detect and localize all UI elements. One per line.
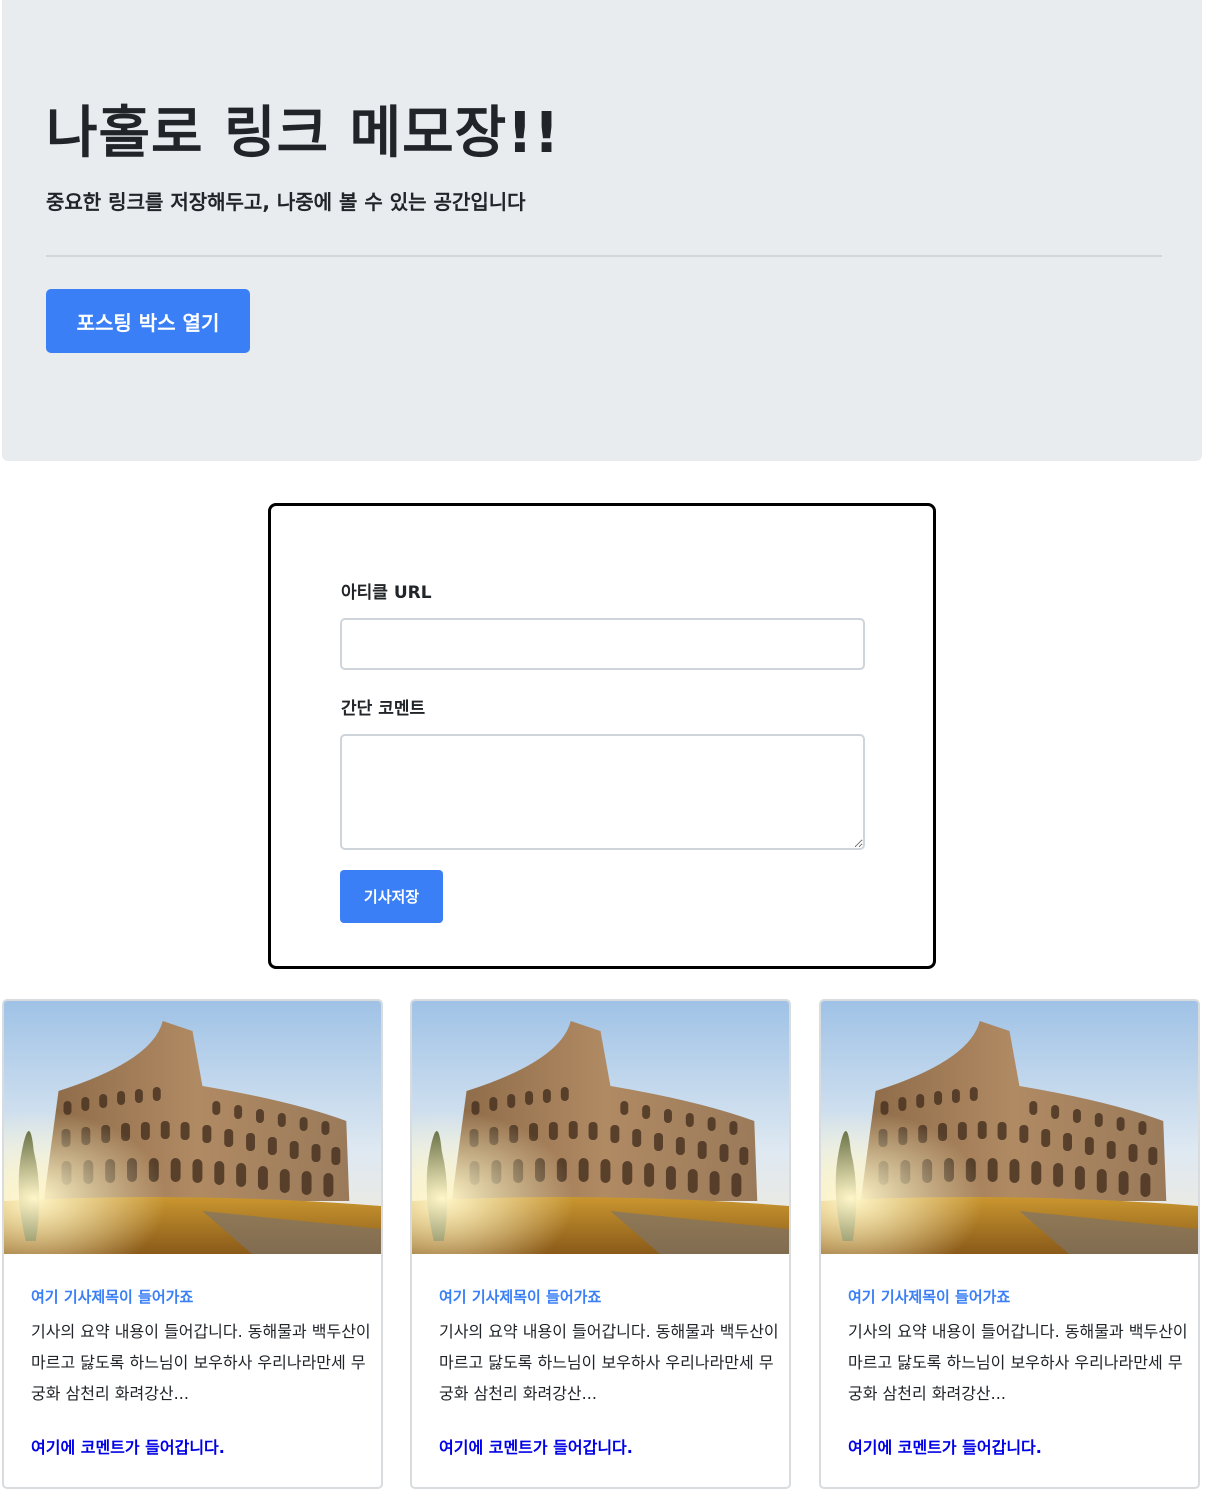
- comment-label: 간단 코멘트: [341, 699, 426, 719]
- page-title: 나홀로 링크 메모장!!: [46, 101, 561, 166]
- open-posting-box-button[interactable]: 포스팅 박스 열기: [46, 289, 250, 353]
- page-subtitle: 중요한 링크를 저장해두고, 나중에 볼 수 있는 공간입니다: [46, 190, 526, 214]
- url-label: 아티클 URL: [341, 583, 432, 603]
- article-card[interactable]: 여기 기사제목이 들어가죠기사의 요약 내용이 들어갑니다. 동해물과 백두산이…: [819, 999, 1200, 1489]
- comment-textarea[interactable]: [340, 734, 865, 850]
- card-title-link[interactable]: 여기 기사제목이 들어가죠: [848, 1286, 1010, 1307]
- jumbotron: 나홀로 링크 메모장!! 중요한 링크를 저장해두고, 나중에 볼 수 있는 공…: [2, 0, 1202, 461]
- article-card[interactable]: 여기 기사제목이 들어가죠기사의 요약 내용이 들어갑니다. 동해물과 백두산이…: [2, 999, 383, 1489]
- posting-box: 아티클 URL 간단 코멘트 기사저장: [268, 503, 936, 969]
- save-article-button[interactable]: 기사저장: [340, 870, 443, 923]
- colosseum-image[interactable]: [4, 1001, 381, 1254]
- card-summary: 기사의 요약 내용이 들어갑니다. 동해물과 백두산이 마르고 닳도록 하느님이…: [31, 1322, 371, 1403]
- card-summary: 기사의 요약 내용이 들어갑니다. 동해물과 백두산이 마르고 닳도록 하느님이…: [439, 1322, 779, 1403]
- card-title-link[interactable]: 여기 기사제목이 들어가죠: [31, 1286, 193, 1307]
- divider: [46, 255, 1162, 257]
- card-comment: 여기에 코멘트가 들어갑니다.: [848, 1438, 1042, 1457]
- card-title-link[interactable]: 여기 기사제목이 들어가죠: [439, 1286, 601, 1307]
- card-comment: 여기에 코멘트가 들어갑니다.: [439, 1438, 633, 1457]
- url-input[interactable]: [340, 618, 865, 670]
- colosseum-image[interactable]: [412, 1001, 789, 1254]
- colosseum-image[interactable]: [821, 1001, 1198, 1254]
- card-summary: 기사의 요약 내용이 들어갑니다. 동해물과 백두산이 마르고 닳도록 하느님이…: [848, 1322, 1188, 1403]
- article-card[interactable]: 여기 기사제목이 들어가죠기사의 요약 내용이 들어갑니다. 동해물과 백두산이…: [410, 999, 791, 1489]
- card-comment: 여기에 코멘트가 들어갑니다.: [31, 1438, 225, 1457]
